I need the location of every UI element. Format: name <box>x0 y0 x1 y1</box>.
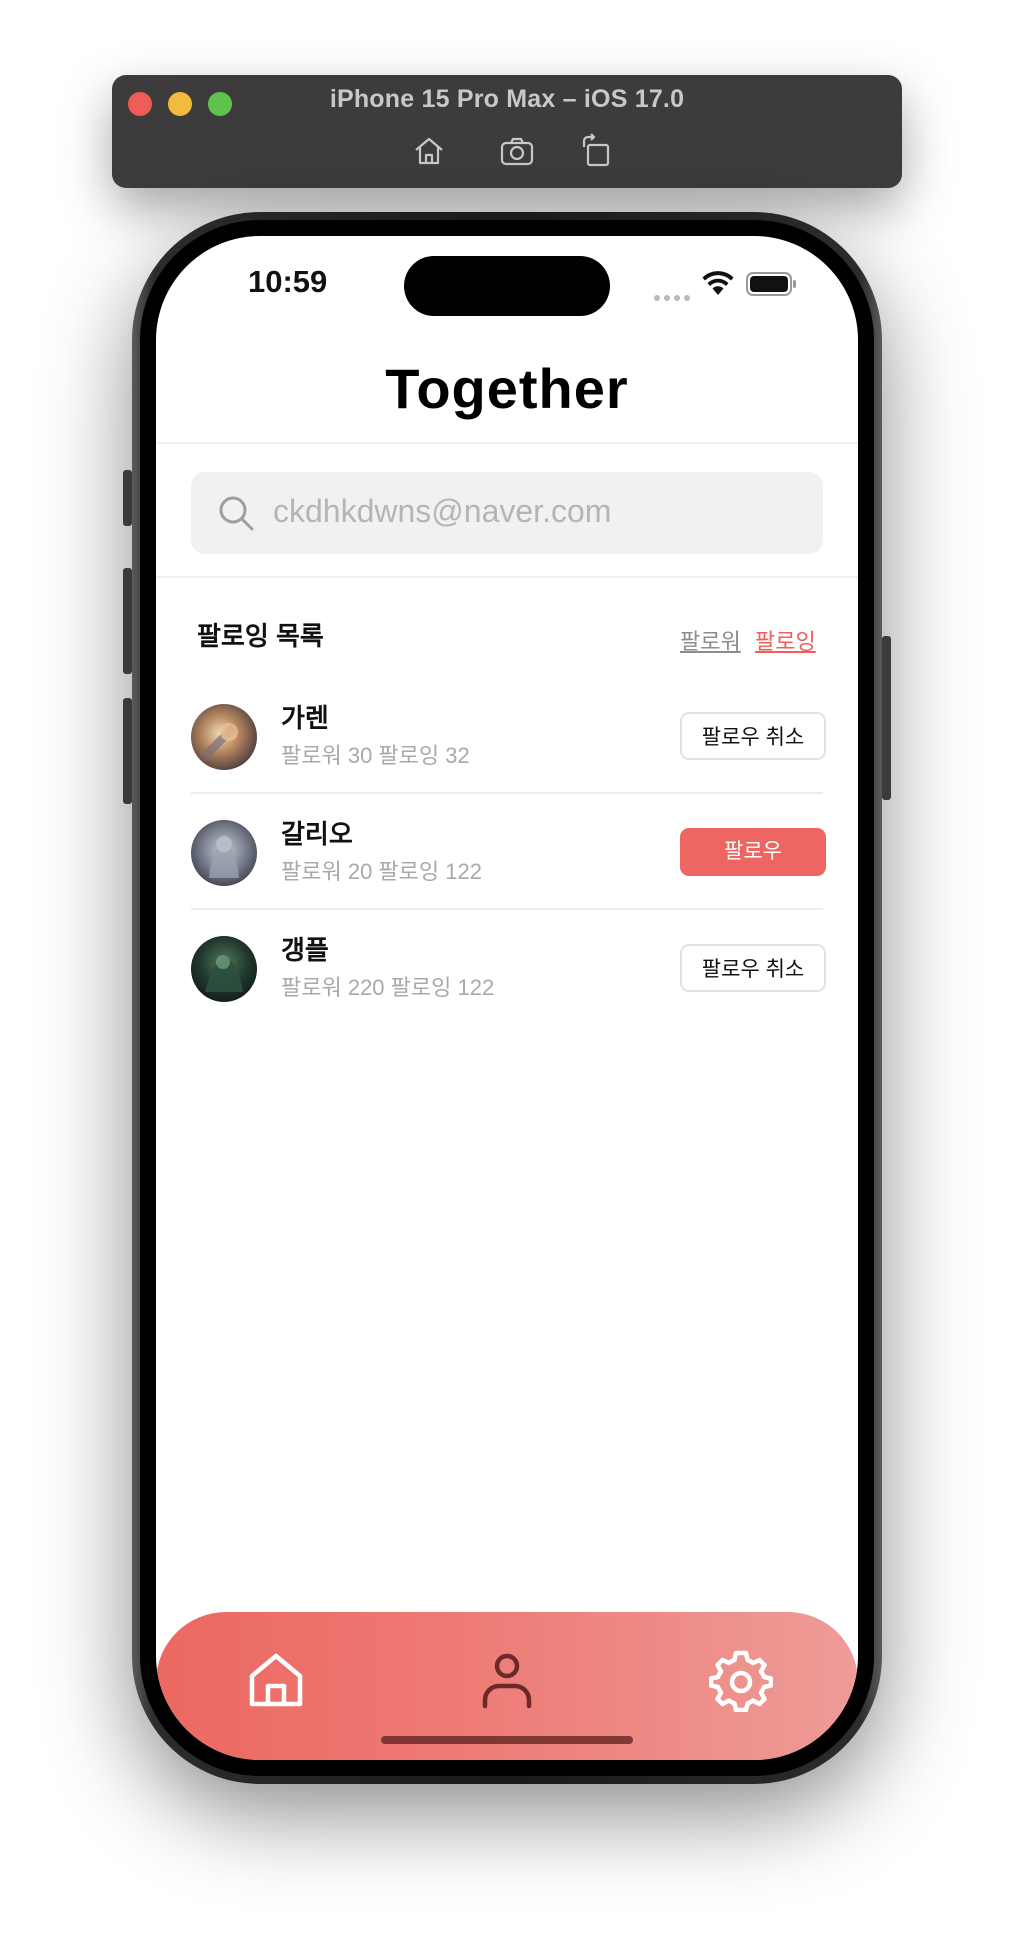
home-icon[interactable] <box>411 133 447 169</box>
search-icon <box>219 496 254 531</box>
status-time: 10:59 <box>248 264 328 299</box>
unfollow-button[interactable]: 팔로우 취소 <box>680 944 826 992</box>
list-item: 갈리오 팔로워 20 팔로잉 122 팔로우 <box>191 819 826 936</box>
avatar[interactable] <box>191 936 257 1002</box>
user-name: 갈리오 <box>281 819 353 849</box>
search-divider <box>156 576 858 578</box>
screenshot-icon[interactable] <box>499 133 535 169</box>
user-stats: 팔로워 20 팔로잉 122 <box>281 859 482 884</box>
following-filter-link[interactable]: 팔로잉 <box>755 624 816 656</box>
follow-button[interactable]: 팔로우 <box>680 828 826 876</box>
simulator-window-bar: iPhone 15 Pro Max – iOS 17.0 <box>112 75 902 188</box>
cellular-signal-icon <box>654 288 694 306</box>
row-divider <box>191 908 823 910</box>
battery-icon <box>746 272 796 296</box>
home-indicator <box>381 1736 633 1744</box>
volume-down-button <box>123 698 132 804</box>
phone-screen: 10:59 Together ckdhkdwns@naver.com 팔로잉 목… <box>156 236 858 1760</box>
power-button <box>882 636 891 800</box>
user-stats: 팔로워 220 팔로잉 122 <box>281 975 495 1000</box>
volume-up-button <box>123 568 132 674</box>
header-divider <box>156 442 858 444</box>
unfollow-button[interactable]: 팔로우 취소 <box>680 712 826 760</box>
search-input[interactable]: ckdhkdwns@naver.com <box>191 472 823 554</box>
wifi-icon <box>702 271 734 295</box>
search-input-text: ckdhkdwns@naver.com <box>273 493 612 529</box>
person-icon[interactable] <box>475 1648 539 1712</box>
home-icon[interactable] <box>244 1648 308 1712</box>
app-title: Together <box>385 357 629 420</box>
follower-filter-link[interactable]: 팔로워 <box>680 624 741 656</box>
user-name: 갱플 <box>281 935 329 965</box>
simulator-title: iPhone 15 Pro Max – iOS 17.0 <box>329 85 685 113</box>
list-item: 가렌 팔로워 30 팔로잉 32 팔로우 취소 <box>191 703 826 820</box>
settings-gear-icon[interactable] <box>708 1648 774 1713</box>
section-title: 팔로잉 목록 <box>197 621 324 651</box>
user-name: 가렌 <box>281 703 329 733</box>
dynamic-island <box>404 256 610 316</box>
row-divider <box>191 792 823 794</box>
user-stats: 팔로워 30 팔로잉 32 <box>281 743 470 768</box>
action-button <box>123 470 132 526</box>
list-item: 갱플 팔로워 220 팔로잉 122 팔로우 취소 <box>191 935 826 1052</box>
avatar[interactable] <box>191 704 257 770</box>
avatar[interactable] <box>191 820 257 886</box>
rotate-icon[interactable] <box>578 133 614 169</box>
